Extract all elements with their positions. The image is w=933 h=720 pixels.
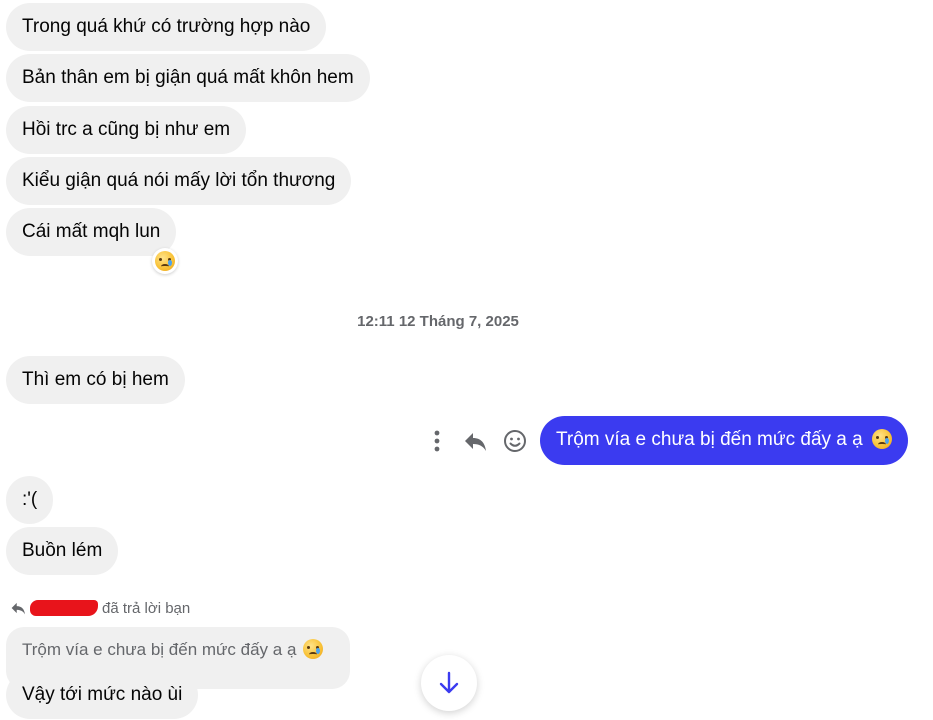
- message-text: Buồn lém: [22, 540, 103, 561]
- smiley-icon: [504, 430, 526, 452]
- message-bubble-incoming[interactable]: Thì em có bị hem: [6, 356, 185, 404]
- message-text: Thì em có bị hem: [22, 369, 169, 390]
- quoted-text: Trộm vía e chưa bị đến mức đấy a ạ: [22, 640, 297, 659]
- message-reaction[interactable]: [152, 248, 178, 274]
- message-bubble-incoming[interactable]: Trong quá khứ có trường hợp nào: [6, 3, 327, 51]
- message-text: :'(: [22, 489, 38, 510]
- conversation-timestamp: 12:11 12 Tháng 7, 2025: [357, 313, 519, 330]
- message-text: Hồi trc a cũng bị như em: [22, 119, 231, 140]
- reply-icon: [465, 433, 486, 451]
- redacted-name: [30, 600, 98, 616]
- crying-face-icon: [155, 251, 175, 271]
- message-bubble-incoming[interactable]: Bản thân em bị giận quá mất khôn hem: [6, 54, 370, 102]
- message-text: Kiểu giận quá nói mấy lời tổn thương: [22, 170, 336, 191]
- reply-button[interactable]: [462, 428, 488, 454]
- reply-header: đã trả lời bạn: [10, 599, 190, 619]
- more-vertical-icon: [434, 430, 440, 452]
- message-bubble-incoming[interactable]: :'(: [6, 476, 54, 524]
- message-bubble-incoming[interactable]: Vậy tới mức nào ùi: [6, 671, 199, 719]
- reply-label-text: đã trả lời bạn: [102, 600, 191, 617]
- arrow-down-icon: [439, 671, 459, 694]
- crying-face-icon: [871, 429, 892, 449]
- crying-face-icon: [303, 639, 324, 659]
- reply-icon: [11, 602, 25, 615]
- message-text: Trộm vía e chưa bị đến mức đấy a ạ: [556, 429, 863, 450]
- scroll-to-bottom-button[interactable]: [421, 655, 477, 711]
- message-bubble-incoming[interactable]: Buồn lém: [6, 527, 119, 575]
- message-bubble-incoming[interactable]: Cái mất mqh lun: [6, 208, 177, 256]
- message-text: Cái mất mqh lun: [22, 221, 161, 242]
- message-text: Trong quá khứ có trường hợp nào: [22, 16, 311, 37]
- message-bubble-outgoing[interactable]: Trộm vía e chưa bị đến mức đấy a ạ: [540, 416, 908, 465]
- message-text: Vậy tới mức nào ùi: [22, 684, 183, 705]
- more-options-button[interactable]: [424, 428, 450, 454]
- message-bubble-incoming[interactable]: Kiểu giận quá nói mấy lời tổn thương: [6, 157, 352, 205]
- react-button[interactable]: [502, 428, 528, 454]
- message-bubble-incoming[interactable]: Hồi trc a cũng bị như em: [6, 106, 247, 154]
- message-text: Bản thân em bị giận quá mất khôn hem: [22, 67, 354, 88]
